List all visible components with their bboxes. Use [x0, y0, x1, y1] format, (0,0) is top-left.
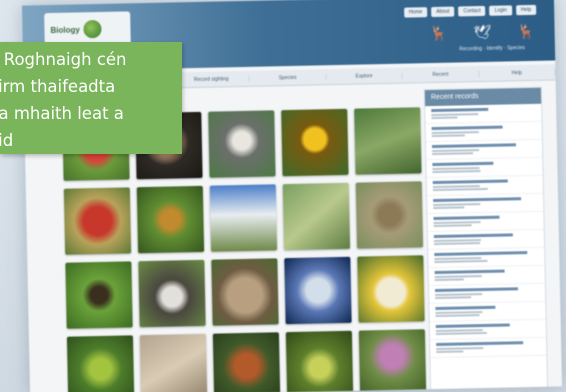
record-entry-title [432, 179, 508, 185]
record-entry-detail [434, 242, 480, 246]
species-photo-spiky-plant[interactable] [285, 330, 354, 392]
screenshot-root: { "tooltip": { "line1": "0 Roghnaigh cén… [0, 0, 566, 392]
logo-globe-icon [83, 19, 102, 39]
top-link-login[interactable]: Login [489, 5, 512, 16]
species-photo-badger-in-grass[interactable] [138, 259, 206, 328]
species-photo-fox[interactable] [212, 332, 281, 392]
deer-icon: 🦌 [429, 24, 448, 42]
species-photo-bee-on-leaf[interactable] [65, 261, 133, 329]
record-entry-detail [432, 170, 481, 174]
species-photo-snail-on-stem[interactable] [282, 182, 351, 251]
record-entry-title [431, 125, 503, 131]
tooltip-line-1: 0 Roghnaigh cén [0, 50, 127, 69]
record-entry-title [433, 215, 500, 221]
logo-text: Biology [50, 24, 80, 35]
record-entry-detail [434, 259, 488, 264]
bird-icon: 🕊 [473, 23, 492, 41]
nav-item-record[interactable]: Record sighting [173, 75, 250, 83]
record-entry-title [432, 161, 494, 167]
species-photo-hedgehog[interactable] [211, 258, 279, 326]
species-photo-moss-lichen[interactable] [354, 107, 422, 175]
record-entry-detail [431, 134, 466, 138]
record-entry-detail [432, 187, 489, 192]
tooltip-line-3: ba mhaith leat a [0, 104, 124, 123]
species-photo-white-blossom-tree[interactable] [209, 184, 278, 252]
species-photo-grasshopper-green[interactable] [66, 335, 135, 392]
top-link-about[interactable]: About [431, 6, 455, 18]
species-photo-grey-moth[interactable] [139, 333, 208, 392]
species-photo-ladybird-spotted[interactable] [357, 255, 425, 323]
species-photo-sunflower-insect[interactable] [281, 108, 349, 177]
record-entry-detail [433, 206, 465, 210]
record-entry-detail [435, 296, 472, 300]
stag-icon: 🦌 [516, 22, 535, 40]
species-photo-red-leaves[interactable] [63, 187, 132, 255]
record-entry-detail [433, 224, 473, 228]
sidebar-entries [425, 103, 547, 359]
species-photo-purple-flower[interactable] [358, 329, 427, 392]
header-tagline: Recording · Identify · Species [459, 45, 526, 53]
record-entry-title [434, 269, 505, 275]
record-entry-title [431, 143, 517, 149]
top-link-help[interactable]: Help [515, 4, 537, 16]
record-entry-title [433, 233, 513, 239]
nav-item-explore[interactable]: Explore [326, 72, 403, 80]
top-link-home[interactable]: Home [403, 7, 428, 18]
nav-item-species[interactable]: Species [249, 73, 327, 82]
record-entry-detail [432, 152, 473, 156]
record-entry-title [436, 341, 524, 347]
nav-item-help[interactable]: Help [479, 68, 556, 77]
recent-records-sidebar: Recent records [423, 86, 549, 392]
record-entry[interactable] [430, 337, 547, 359]
tooltip-line-2: oirm thaifeadta [0, 77, 116, 96]
tooltip-line-4: áid [0, 131, 14, 150]
top-link-contact[interactable]: Contact [458, 5, 486, 17]
top-links: Home About Contact Login Help [403, 4, 537, 18]
nav-item-recent[interactable]: Recent [402, 70, 480, 79]
record-entry-detail [434, 278, 464, 282]
species-photo-grasshopper[interactable] [355, 181, 424, 249]
header-animal-silhouettes: 🦌 🕊 🦌 [430, 23, 535, 42]
species-photo-moth-on-leaf[interactable] [136, 185, 205, 254]
record-entry-title [431, 107, 489, 113]
record-entry-title [434, 287, 519, 293]
record-entry-detail [436, 350, 464, 354]
species-photo-grey-wagtail-bird[interactable] [208, 110, 276, 178]
record-entry-title [435, 305, 496, 311]
record-entry-detail [435, 314, 480, 318]
record-entry-title [434, 251, 527, 257]
species-photo-jellyfish[interactable] [284, 256, 352, 325]
record-entry-title [435, 323, 510, 329]
record-entry-detail [431, 116, 458, 120]
tooltip-text: 0 Roghnaigh cén oirm thaifeadta ba mhait… [0, 46, 182, 154]
record-entry-detail [435, 331, 487, 336]
instruction-tooltip: 0 Roghnaigh cén oirm thaifeadta ba mhait… [0, 42, 182, 154]
record-entry-title [433, 197, 522, 203]
